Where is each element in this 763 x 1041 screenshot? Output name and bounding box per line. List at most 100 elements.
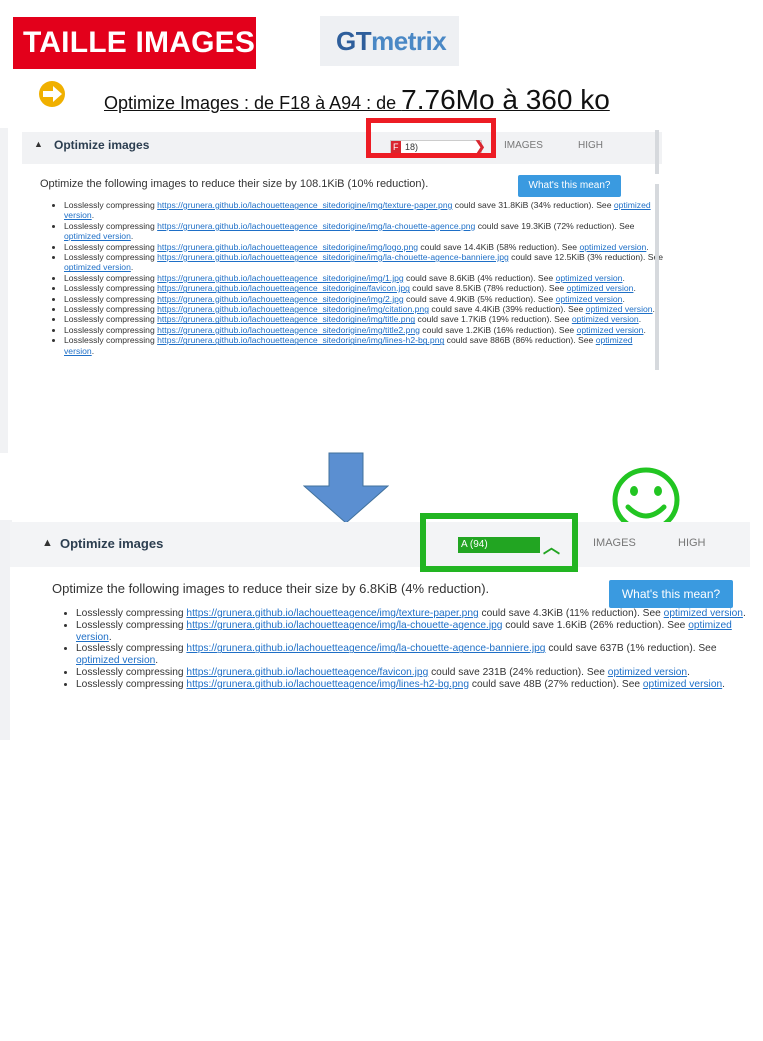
item-text: could save 8.6KiB (4% reduction). See [403, 272, 556, 283]
optimized-version-link[interactable]: optimized version [567, 283, 634, 293]
optimized-version-link[interactable]: optimized version [76, 655, 155, 666]
item-text: . [91, 210, 95, 221]
optimized-version-link[interactable]: optimized version [664, 608, 743, 619]
item-text: Losslessly compressing [76, 678, 187, 690]
item-text: . [742, 608, 746, 619]
image-url-link[interactable]: https://grunera.github.io/lachouetteagen… [157, 314, 415, 324]
before-panel-left-edge [0, 128, 8, 453]
before-priority-label: HIGH [578, 140, 603, 151]
whats-this-mean-button[interactable]: What's this mean? [518, 175, 621, 197]
list-item: Losslessly compressing https://grunera.g… [64, 304, 664, 314]
item-text: . [622, 272, 625, 283]
image-url-link[interactable]: https://grunera.github.io/lachouetteagen… [157, 283, 410, 293]
arrow-down-icon [303, 452, 389, 524]
image-url-link[interactable]: https://grunera.github.io/lachouetteagen… [186, 608, 478, 619]
item-text: . [622, 293, 625, 304]
list-item: Losslessly compressing https://grunera.g… [64, 325, 664, 335]
item-text: . [130, 262, 134, 273]
item-text: could save 886B (86% reduction). See [444, 335, 596, 346]
after-image-list: Losslessly compressing https://grunera.g… [56, 608, 760, 691]
item-text: could save 31.8KiB (34% reduction). See [452, 200, 614, 210]
image-url-link[interactable]: https://grunera.github.io/lachouetteagen… [186, 679, 469, 690]
optimized-version-link[interactable]: optimized version [577, 325, 644, 335]
item-text: Losslessly compressing [64, 314, 158, 325]
optimized-version-link[interactable]: optimized version [579, 242, 646, 252]
optimized-version-link[interactable]: optimized version [586, 304, 653, 314]
item-text: Losslessly compressing [64, 272, 158, 283]
item-text: Losslessly compressing [64, 200, 158, 210]
gtmetrix-logo-text: GTmetrix [336, 26, 447, 57]
list-item: Losslessly compressing https://grunera.g… [64, 283, 664, 293]
item-text: Losslessly compressing [64, 220, 158, 231]
image-url-link[interactable]: https://grunera.github.io/lachouetteagen… [157, 221, 475, 231]
title-badge: TAILLE IMAGES [13, 17, 256, 69]
whats-this-mean-button[interactable]: What's this mean? [609, 580, 733, 608]
list-item: Losslessly compressing https://grunera.g… [76, 667, 760, 679]
list-item: Losslessly compressing https://grunera.g… [64, 200, 664, 221]
image-url-link[interactable]: https://grunera.github.io/lachouetteagen… [186, 620, 502, 631]
image-url-link[interactable]: https://grunera.github.io/lachouetteagen… [157, 325, 420, 335]
subtitle-part1: Optimize Images : de F18 à A94 : de [104, 93, 402, 113]
list-item: Losslessly compressing https://grunera.g… [64, 252, 664, 273]
list-item: Losslessly compressing https://grunera.g… [76, 643, 760, 667]
after-section-title: Optimize images [60, 536, 164, 551]
item-text: could save 4.4KiB (39% reduction). See [428, 304, 586, 315]
red-highlight-box [366, 118, 496, 158]
logo-gt: GT [336, 26, 372, 56]
image-url-link[interactable]: https://grunera.github.io/lachouetteagen… [186, 643, 545, 654]
image-url-link[interactable]: https://grunera.github.io/lachouetteagen… [186, 667, 428, 678]
subtitle-part2: 7.76Mo à 360 ko [401, 84, 610, 115]
image-url-link[interactable]: https://grunera.github.io/lachouetteagen… [157, 200, 452, 210]
before-panel-header[interactable]: ▲ Optimize images F 18) ❯ IMAGES HIGH [22, 132, 662, 164]
image-url-link[interactable]: https://grunera.github.io/lachouetteagen… [157, 294, 404, 304]
list-item: Losslessly compressing https://grunera.g… [76, 620, 760, 644]
item-text: Losslessly compressing [64, 335, 158, 346]
item-text: . [638, 314, 642, 325]
list-item: Losslessly compressing https://grunera.g… [64, 221, 664, 242]
subtitle: Optimize Images : de F18 à A94 : de 7.76… [104, 84, 610, 116]
after-panel-header[interactable]: ▲ Optimize images A (94) ︿ IMAGES HIGH [10, 522, 750, 567]
item-text: Losslessly compressing [76, 619, 187, 631]
image-url-link[interactable]: https://grunera.github.io/lachouetteagen… [157, 335, 444, 345]
item-text: Losslessly compressing [64, 252, 158, 263]
image-url-link[interactable]: https://grunera.github.io/lachouetteagen… [157, 252, 509, 262]
item-text: could save 1.2KiB (16% reduction). See [419, 324, 577, 335]
before-scrollbar[interactable] [655, 184, 659, 370]
optimized-version-link[interactable]: optimized version [64, 262, 131, 272]
item-text: could save 48B (27% reduction). See [469, 678, 643, 690]
image-url-link[interactable]: https://grunera.github.io/lachouetteagen… [157, 242, 418, 252]
item-text: . [130, 231, 134, 242]
item-text: . [108, 631, 112, 643]
before-panel: ▲ Optimize images F 18) ❯ IMAGES HIGH Op… [22, 128, 664, 453]
after-type-label: IMAGES [593, 537, 636, 549]
optimized-version-link[interactable]: optimized version [556, 294, 623, 304]
image-url-link[interactable]: https://grunera.github.io/lachouetteagen… [157, 273, 404, 283]
after-priority-label: HIGH [678, 537, 706, 549]
optimized-version-link[interactable]: optimized version [572, 314, 639, 324]
before-type-label: IMAGES [504, 140, 543, 151]
list-item: Losslessly compressing https://grunera.g… [76, 679, 760, 691]
collapse-triangle-icon[interactable]: ▲ [42, 537, 53, 549]
item-text: . [722, 678, 725, 690]
list-item: Losslessly compressing https://grunera.g… [64, 294, 664, 304]
item-text: Losslessly compressing [76, 608, 187, 619]
item-text: could save 1.7KiB (19% reduction). See [415, 314, 572, 325]
item-text: could save 1.6KiB (26% reduction). See [502, 619, 689, 631]
item-text: Losslessly compressing [76, 666, 187, 678]
optimized-version-link[interactable]: optimized version [643, 679, 722, 690]
after-intro-text: Optimize the following images to reduce … [52, 581, 490, 596]
item-text: could save 19.3KiB (72% reduction). See [475, 220, 635, 231]
before-intro-text: Optimize the following images to reduce … [40, 178, 429, 190]
before-scrollbar-top[interactable] [655, 130, 659, 174]
item-text: Losslessly compressing [64, 283, 158, 294]
collapse-triangle-icon[interactable]: ▲ [34, 139, 43, 149]
item-text: could save 12.5KiB (3% reduction). See [508, 252, 664, 263]
image-url-link[interactable]: https://grunera.github.io/lachouetteagen… [157, 304, 429, 314]
item-text: could save 637B (1% reduction). See [545, 643, 717, 655]
optimized-version-link[interactable]: optimized version [556, 273, 623, 283]
optimized-version-link[interactable]: optimized version [608, 667, 687, 678]
item-text: could save 231B (24% reduction). See [428, 666, 608, 678]
item-text: Losslessly compressing [76, 643, 187, 655]
item-text: could save 4.3KiB (11% reduction). See [478, 608, 664, 619]
optimized-version-link[interactable]: optimized version [64, 231, 131, 241]
